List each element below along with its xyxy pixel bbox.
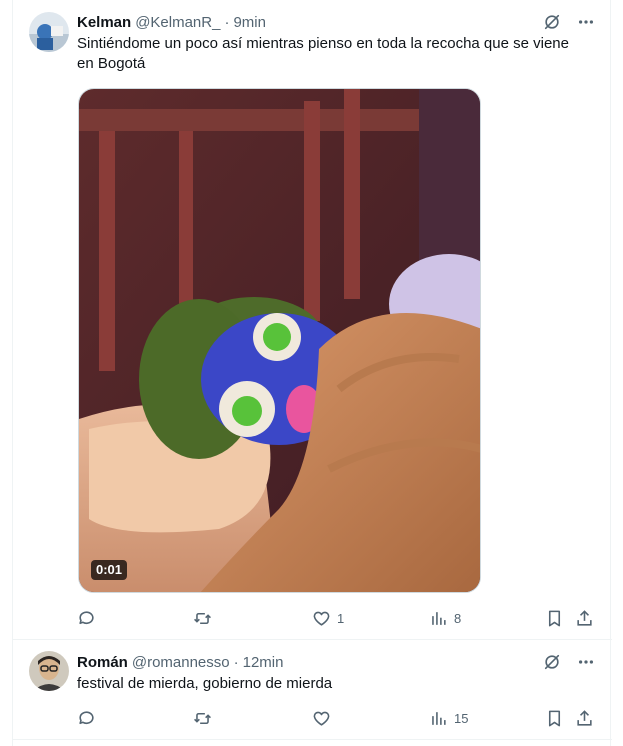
bookmark-button[interactable]: [545, 608, 564, 628]
grok-icon[interactable]: [542, 652, 562, 672]
tweet-header-actions: [542, 12, 596, 32]
like-icon: [313, 711, 330, 726]
view-count: 8: [454, 610, 462, 626]
reply-button[interactable]: [77, 708, 96, 728]
like-icon: [313, 611, 330, 626]
more-icon[interactable]: [576, 12, 596, 32]
views-icon: [432, 611, 446, 625]
more-icon[interactable]: [576, 652, 596, 672]
user-handle[interactable]: @romannesso: [132, 654, 230, 671]
reply-button[interactable]: [77, 608, 96, 628]
display-name[interactable]: Kelman: [77, 14, 131, 31]
retweet-button[interactable]: [193, 608, 212, 628]
avatar[interactable]: [29, 651, 69, 691]
video-duration: 0:01: [91, 560, 128, 580]
like-count: 1: [337, 610, 345, 626]
separator-dot: ·: [233, 653, 239, 671]
reply-icon: [79, 710, 94, 724]
reply-icon: [79, 610, 94, 624]
user-handle[interactable]: @KelmanR_: [135, 14, 220, 31]
like-button[interactable]: 1: [312, 608, 344, 628]
timestamp[interactable]: 9min: [233, 14, 266, 31]
tweet-header-actions: [542, 652, 596, 672]
timeline: Kelman @KelmanR_ · 9min Sintiéndome un p…: [12, 0, 612, 746]
video-player[interactable]: 0:01: [78, 88, 481, 593]
grok-icon[interactable]: [542, 12, 562, 32]
tweet[interactable]: Kelman @KelmanR_ · 9min Sintiéndome un p…: [13, 0, 612, 640]
tweet-actions: 1 8: [77, 608, 596, 628]
tweet[interactable]: Román @romannesso · 12min festival de mi…: [13, 640, 612, 740]
tweet-header: Román @romannesso · 12min: [77, 652, 596, 672]
timestamp[interactable]: 12min: [243, 654, 284, 671]
tweet-actions: 15: [77, 708, 596, 728]
tweet-text: Sintiéndome un poco así mientras pienso …: [77, 35, 569, 72]
video-thumbnail: [79, 89, 480, 592]
views-button[interactable]: 8: [429, 608, 461, 628]
share-button[interactable]: [575, 708, 594, 728]
share-icon: [577, 709, 592, 726]
share-button[interactable]: [575, 608, 594, 628]
bookmark-icon: [548, 710, 561, 726]
display-name[interactable]: Román: [77, 654, 128, 671]
bookmark-icon: [548, 610, 561, 626]
retweet-icon: [194, 612, 211, 624]
share-icon: [577, 609, 592, 626]
avatar[interactable]: [29, 12, 69, 52]
tweet-header: Kelman @KelmanR_ · 9min: [77, 12, 596, 32]
views-button[interactable]: 15: [429, 708, 468, 728]
views-icon: [432, 711, 446, 725]
tweet-text: festival de mierda, gobierno de mierda: [77, 675, 333, 692]
retweet-button[interactable]: [193, 708, 212, 728]
view-count: 15: [454, 710, 469, 726]
retweet-icon: [194, 712, 211, 724]
separator-dot: ·: [224, 13, 230, 31]
bookmark-button[interactable]: [545, 708, 564, 728]
like-button[interactable]: [312, 708, 331, 728]
